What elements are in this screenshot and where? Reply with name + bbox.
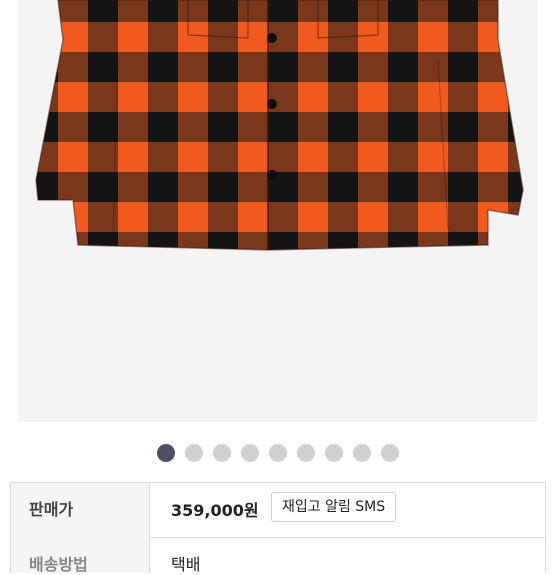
carousel-dot[interactable]: [352, 444, 371, 462]
carousel-dot[interactable]: [268, 444, 287, 462]
shipping-row: 배송방법 택배: [11, 537, 545, 574]
carousel-dot[interactable]: [324, 444, 343, 462]
carousel-dot[interactable]: [240, 444, 259, 462]
restock-sms-button[interactable]: 재입고 알림 SMS: [271, 492, 397, 522]
carousel-dot[interactable]: [212, 444, 231, 462]
product-info-table: 판매가 359,000원 재입고 알림 SMS 배송방법 택배: [10, 482, 546, 574]
price-row: 판매가 359,000원 재입고 알림 SMS: [11, 483, 545, 538]
carousel-dot[interactable]: [156, 444, 175, 462]
price-label-cell: 판매가: [11, 483, 150, 537]
image-carousel-indicator: [0, 444, 555, 462]
product-image-frame[interactable]: [18, 0, 538, 422]
carousel-dot[interactable]: [380, 444, 399, 462]
price-value: 359,000원: [171, 501, 259, 520]
price-label: 판매가: [29, 500, 74, 519]
carousel-dot[interactable]: [296, 444, 315, 462]
carousel-dot[interactable]: [184, 444, 203, 462]
product-image: [35, 0, 524, 251]
shipping-label-cell: 배송방법: [11, 537, 150, 574]
